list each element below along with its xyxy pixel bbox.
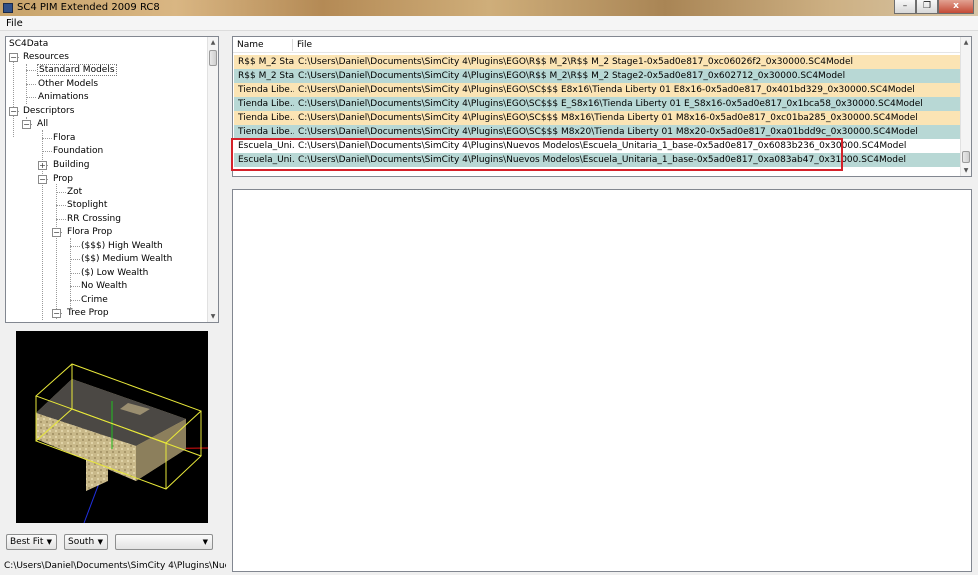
status-path: C:\Users\Daniel\Documents\SimCity 4\Plug… — [4, 561, 226, 571]
model-preview[interactable] — [16, 331, 208, 523]
collapse-icon[interactable]: − — [52, 228, 61, 237]
direction-select[interactable]: South ▼ — [64, 534, 108, 550]
title-bar: SC4 PIM Extended 2009 RC8 – ❐ x — [0, 0, 978, 16]
collapse-icon[interactable]: − — [9, 107, 18, 116]
window-title: SC4 PIM Extended 2009 RC8 — [17, 2, 160, 13]
collapse-icon[interactable]: − — [22, 120, 31, 129]
column-header-file[interactable]: File — [293, 37, 953, 53]
row-name-cell: R$$ M_2 Sta... — [238, 57, 294, 67]
direction-select-value: South — [68, 537, 95, 547]
zoom-select[interactable]: Best Fit ▼ — [6, 534, 57, 550]
tree-node-stoplight[interactable]: Stoplight — [67, 199, 107, 212]
scroll-thumb[interactable] — [209, 50, 217, 66]
tree-node-flora[interactable]: Flora — [53, 132, 75, 145]
tree-node-zot[interactable]: Zot — [67, 186, 82, 199]
selection-highlight-box — [231, 138, 843, 171]
scroll-down-icon[interactable]: ▼ — [961, 165, 971, 176]
tree-node-flora-prop[interactable]: Flora Prop — [67, 226, 112, 239]
tree-node-prop[interactable]: Prop — [53, 173, 73, 186]
tree-node-animations[interactable]: Animations — [38, 91, 89, 104]
row-file-cell: C:\Users\Daniel\Documents\SimCity 4\Plug… — [298, 113, 918, 123]
row-name-cell: Tienda Libe... — [238, 113, 294, 123]
tree-node-other-models[interactable]: Other Models — [38, 78, 98, 91]
row-file-cell: C:\Users\Daniel\Documents\SimCity 4\Plug… — [298, 85, 915, 95]
scroll-thumb[interactable] — [962, 151, 970, 163]
extra-select[interactable]: ▼ — [115, 534, 213, 550]
tree-node-all[interactable]: All — [37, 118, 48, 131]
tree-scrollbar[interactable]: ▲ ▼ — [207, 37, 218, 322]
column-header-name[interactable]: Name — [233, 37, 292, 53]
row-file-cell: C:\Users\Daniel\Documents\SimCity 4\Plug… — [298, 99, 923, 109]
menu-file[interactable]: File — [6, 17, 23, 30]
minimize-button[interactable]: – — [894, 0, 916, 14]
scroll-down-icon[interactable]: ▼ — [208, 311, 218, 322]
tree-node-crime[interactable]: Crime — [81, 294, 108, 307]
collapse-icon[interactable]: − — [9, 53, 18, 62]
tree-node-medium-wealth[interactable]: ($$) Medium Wealth — [81, 253, 172, 266]
detail-pane[interactable] — [232, 189, 972, 572]
dropdown-arrow-icon: ▼ — [46, 538, 52, 546]
window-controls: – ❐ x — [894, 0, 974, 14]
close-button[interactable]: x — [938, 0, 974, 14]
tree-node-standard-models[interactable]: Standard Models — [37, 64, 117, 77]
row-file-cell: C:\Users\Daniel\Documents\SimCity 4\Plug… — [298, 57, 854, 67]
row-name-cell: R$$ M_2 Sta... — [238, 71, 294, 81]
resource-tree[interactable]: SC4Data − Resources Standard Models Othe… — [5, 36, 219, 323]
app-icon — [3, 3, 13, 13]
tree-node-no-wealth[interactable]: No Wealth — [81, 280, 127, 293]
dropdown-arrow-icon: ▼ — [97, 538, 103, 546]
file-list-header: Name File — [233, 37, 961, 53]
row-name-cell: Tienda Libe... — [238, 99, 294, 109]
table-row[interactable]: R$$ M_2 Sta... C:\Users\Daniel\Documents\… — [234, 69, 961, 83]
scroll-up-icon[interactable]: ▲ — [208, 37, 218, 48]
menu-bar: File — [0, 16, 978, 31]
table-row[interactable]: Tienda Libe... C:\Users\Daniel\Documents\… — [234, 97, 961, 111]
zoom-select-value: Best Fit — [10, 537, 44, 547]
row-name-cell: Tienda Libe... — [238, 85, 294, 95]
tree-node-rr-crossing[interactable]: RR Crossing — [67, 213, 121, 226]
tree-node-sc4data[interactable]: SC4Data — [9, 38, 48, 51]
dropdown-arrow-icon: ▼ — [202, 538, 208, 546]
maximize-button[interactable]: ❐ — [916, 0, 938, 14]
row-file-cell: C:\Users\Daniel\Documents\SimCity 4\Plug… — [298, 71, 846, 81]
tree-node-resources[interactable]: Resources — [23, 51, 69, 64]
model-preview-render — [35, 363, 208, 523]
scroll-up-icon[interactable]: ▲ — [961, 37, 971, 48]
tree-node-standard-models-label: Standard Models — [37, 64, 117, 76]
row-file-cell: C:\Users\Daniel\Documents\SimCity 4\Plug… — [298, 127, 918, 137]
list-scrollbar[interactable]: ▲ ▼ — [960, 37, 971, 176]
expand-icon[interactable]: + — [38, 161, 47, 170]
collapse-icon[interactable]: − — [52, 309, 61, 318]
tree-node-high-wealth[interactable]: ($$$) High Wealth — [81, 240, 163, 253]
tree-node-foundation[interactable]: Foundation — [53, 145, 103, 158]
table-row[interactable]: R$$ M_2 Sta... C:\Users\Daniel\Documents\… — [234, 55, 961, 69]
table-row[interactable]: Tienda Libe... C:\Users\Daniel\Documents\… — [234, 83, 961, 97]
tree-node-tree-prop[interactable]: Tree Prop — [67, 307, 109, 320]
tree-node-descriptors[interactable]: Descriptors — [23, 105, 74, 118]
collapse-icon[interactable]: − — [38, 175, 47, 184]
row-name-cell: Tienda Libe... — [238, 127, 294, 137]
tree-node-low-wealth[interactable]: ($) Low Wealth — [81, 267, 148, 280]
tree-node-building[interactable]: Building — [53, 159, 90, 172]
table-row[interactable]: Tienda Libe... C:\Users\Daniel\Documents\… — [234, 111, 961, 125]
table-row[interactable]: Tienda Libe... C:\Users\Daniel\Documents\… — [234, 125, 961, 139]
